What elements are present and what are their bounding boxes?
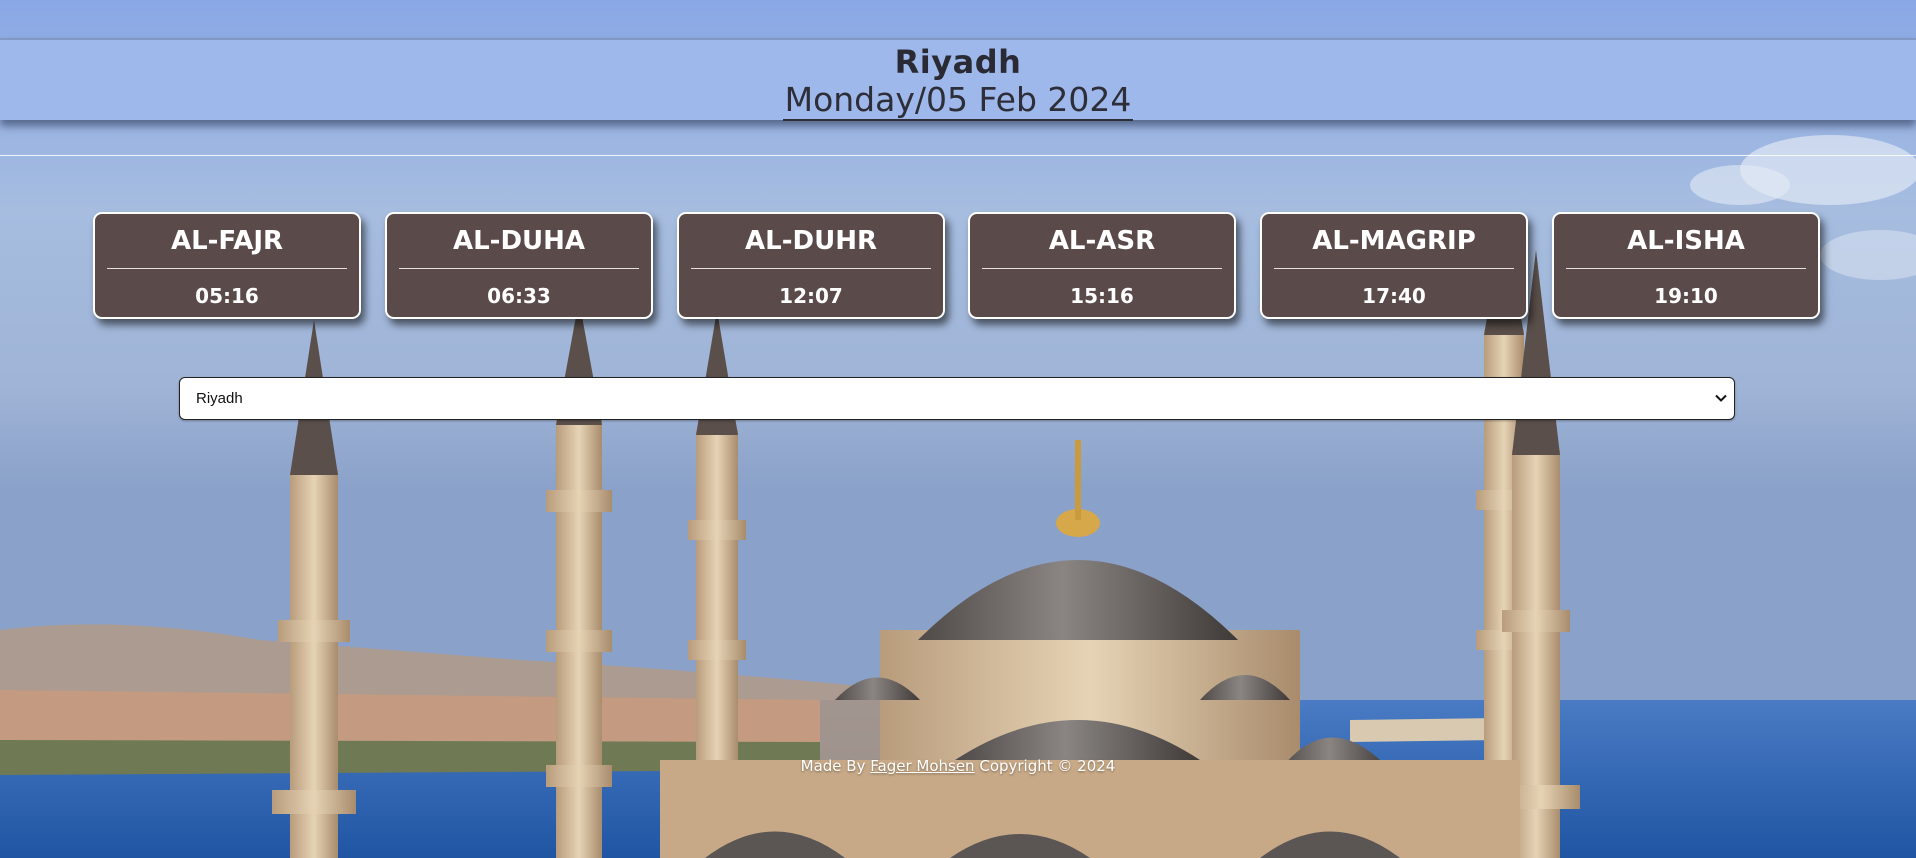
prayer-card-isha: AL-ISHA 19:10 <box>1552 212 1820 319</box>
prayer-card-fajr: AL-FAJR 05:16 <box>93 212 361 319</box>
city-title: Riyadh <box>894 43 1022 81</box>
header-band: Riyadh Monday/05 Feb 2024 <box>0 38 1916 121</box>
card-divider <box>107 268 347 269</box>
date-text: Monday/05 Feb 2024 <box>782 80 1134 121</box>
background-mosque-image <box>0 0 1916 858</box>
card-divider <box>1566 268 1806 269</box>
prayer-name: AL-MAGRIP <box>1312 226 1476 256</box>
prayer-card-magrip: AL-MAGRIP 17:40 <box>1260 212 1528 319</box>
prayer-name: AL-DUHA <box>452 226 586 256</box>
date-line: Monday/05 Feb 2024 <box>0 80 1916 121</box>
card-divider <box>1274 268 1514 269</box>
card-divider <box>399 268 639 269</box>
prayer-name: AL-ASR <box>1048 226 1156 256</box>
author-link[interactable]: Fager Mohsen <box>870 757 974 775</box>
footer: Made By Fager Mohsen Copyright © 2024 <box>0 757 1916 775</box>
prayer-card-duhr: AL-DUHR 12:07 <box>677 212 945 319</box>
prayer-card-asr: AL-ASR 15:16 <box>968 212 1236 319</box>
footer-prefix: Made By <box>800 757 866 775</box>
chevron-down-icon <box>1715 394 1727 402</box>
prayer-time: 15:16 <box>1070 284 1134 308</box>
footer-copyright: Copyright © 2024 <box>979 757 1116 775</box>
prayer-name: AL-FAJR <box>170 226 284 256</box>
prayer-time: 05:16 <box>195 284 259 308</box>
prayer-card-duha: AL-DUHA 06:33 <box>385 212 653 319</box>
city-select[interactable]: Riyadh <box>179 377 1735 420</box>
prayer-time: 17:40 <box>1362 284 1426 308</box>
card-divider <box>691 268 931 269</box>
prayer-name: AL-ISHA <box>1627 226 1745 256</box>
city-select-value: Riyadh <box>196 390 243 407</box>
prayer-time: 12:07 <box>779 284 843 308</box>
prayer-time: 06:33 <box>487 284 551 308</box>
prayer-name: AL-DUHR <box>745 226 877 256</box>
divider <box>0 155 1916 156</box>
card-divider <box>982 268 1222 269</box>
prayer-time: 19:10 <box>1654 284 1718 308</box>
prayer-times-row: AL-FAJR 05:16 AL-DUHA 06:33 AL-DUHR 12:0… <box>93 212 1823 320</box>
